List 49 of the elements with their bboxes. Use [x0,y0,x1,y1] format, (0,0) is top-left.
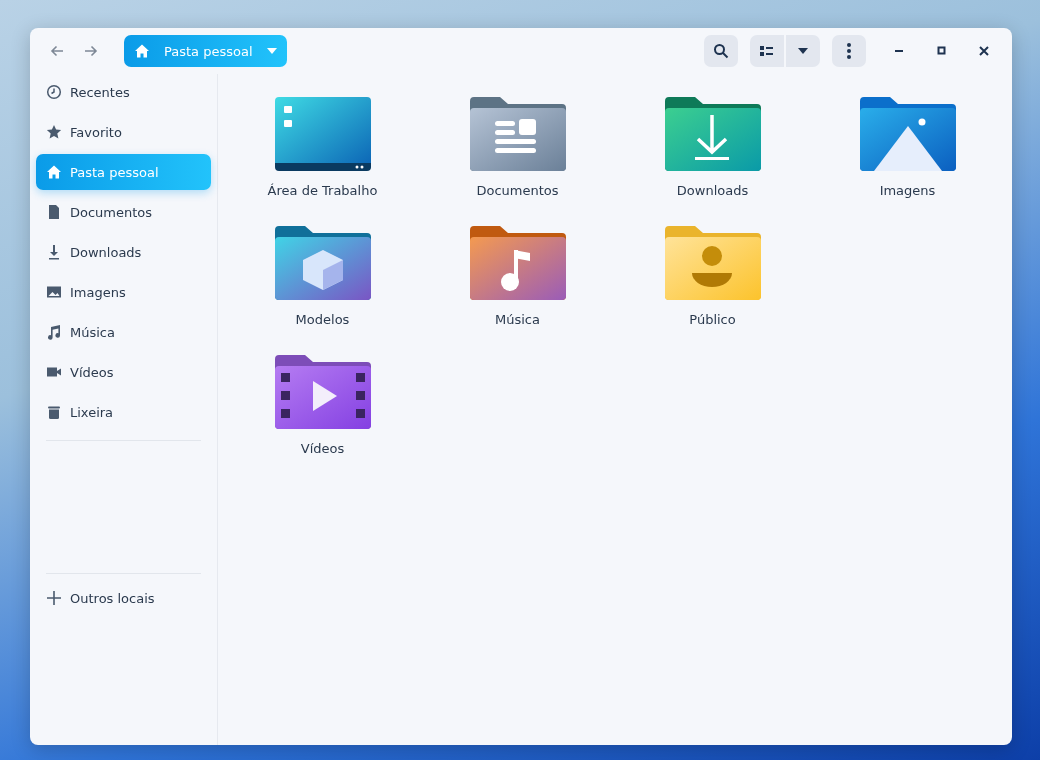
folder-label[interactable]: Downloads [676,183,749,198]
sidebar-item[interactable]: Favorito [36,114,211,150]
image-icon [46,284,62,300]
minimize-icon [895,49,905,53]
download-icon [46,244,62,260]
list-view-icon [759,44,775,58]
search-icon [713,43,729,59]
search-button[interactable] [704,35,738,67]
trash-icon [46,404,62,420]
public-folder-icon [664,226,761,300]
music-note-icon [46,324,62,340]
caret-icon [266,48,277,54]
close-icon [979,46,989,56]
sidebar-item[interactable]: Imagens [36,274,211,310]
folder-label[interactable]: Área de Trabalho [267,183,378,198]
sidebar-item[interactable]: Downloads [36,234,211,270]
clock-icon [46,84,62,100]
downloads-folder-icon [664,97,761,171]
music-folder-icon [469,226,566,300]
home-icon [134,43,150,59]
sidebar-item[interactable]: Recentes [36,74,211,110]
folder-label[interactable]: Vídeos [300,441,345,456]
forward-arrow-icon [83,43,99,59]
desktop-folder-icon [274,97,371,171]
other-locations-item[interactable]: Outros locais [36,580,211,616]
back-arrow-icon [49,43,65,59]
videos-folder-icon [274,355,371,429]
maximize-icon [937,46,947,56]
home-icon [46,164,62,180]
sidebar-item[interactable]: Documentos [36,194,211,230]
folder-label[interactable]: Público [689,312,736,327]
document-icon [46,204,62,220]
folder-label[interactable]: Imagens [879,183,936,198]
more-options-icon [846,42,852,60]
menu-button[interactable] [832,35,866,67]
caret-icon [798,48,808,54]
view-options-button[interactable] [786,35,820,67]
folder-label[interactable]: Modelos [295,312,350,327]
folder-label[interactable]: Documentos [476,183,559,198]
plus-icon [46,590,62,606]
sidebar-item[interactable]: Vídeos [36,354,211,390]
star-icon [46,124,62,140]
sidebar-item[interactable]: Lixeira [36,394,211,430]
templates-folder-icon [274,226,371,300]
folder-label[interactable]: Música [495,312,540,327]
view-mode-button[interactable] [750,35,784,67]
documents-folder-icon [469,97,566,171]
pictures-folder-icon [859,97,956,171]
sidebar-item[interactable]: Música [36,314,211,350]
